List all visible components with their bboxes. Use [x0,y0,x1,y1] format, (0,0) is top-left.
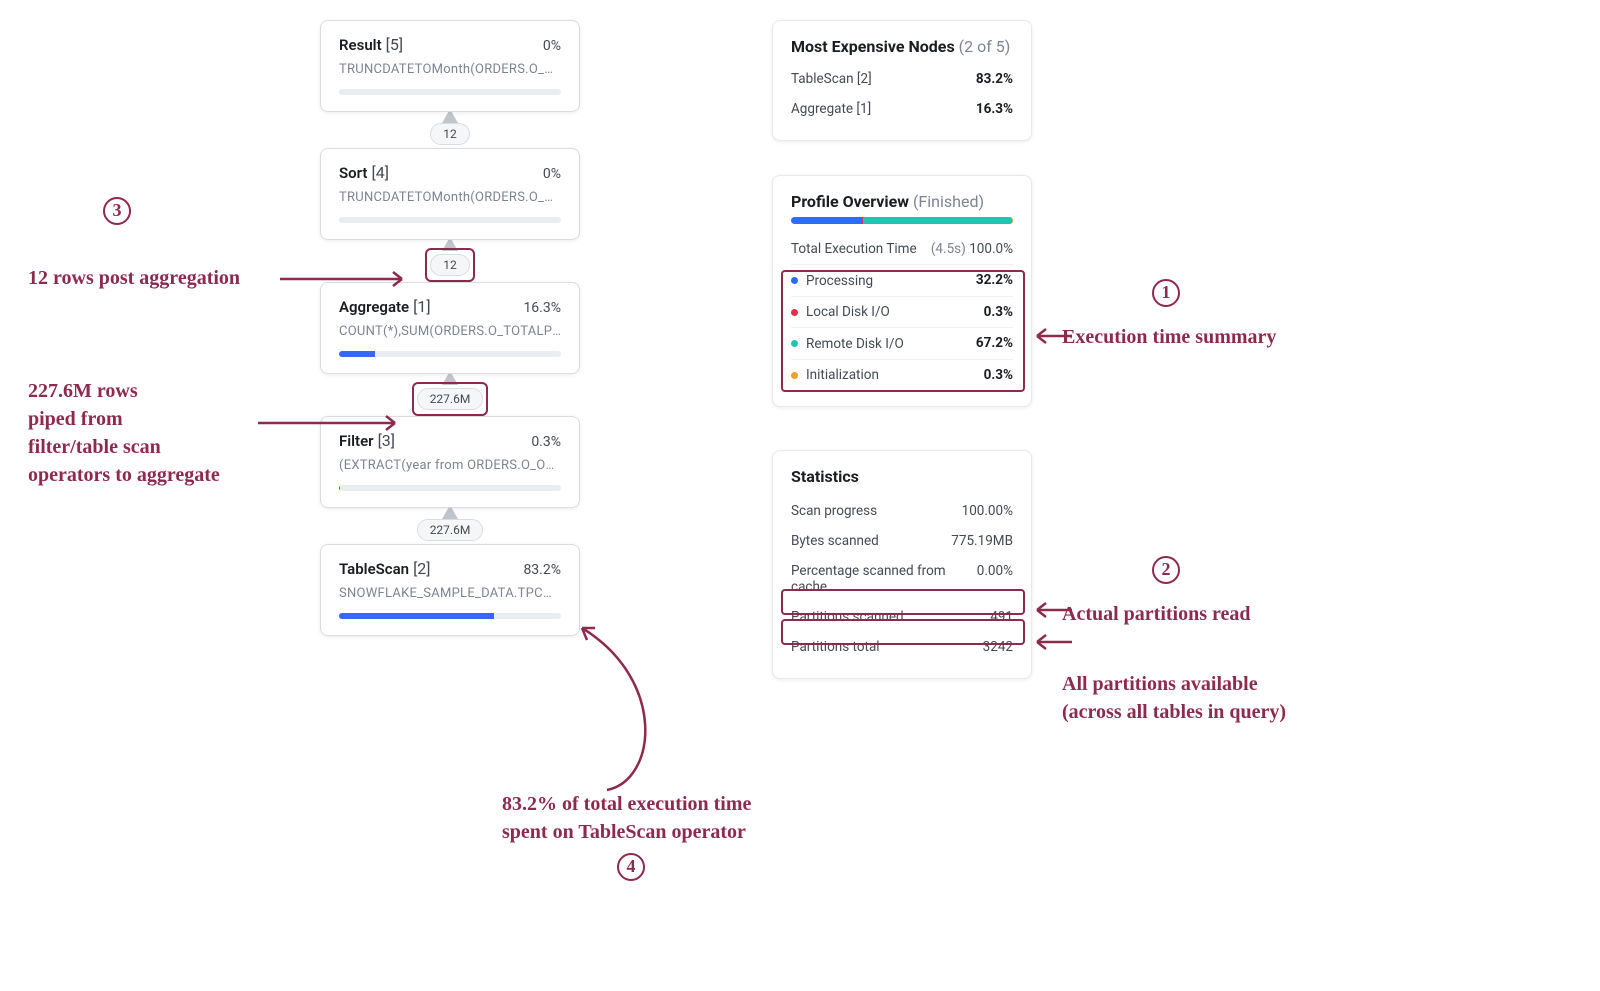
annotation-partitions-total: All partitions available (across all tab… [1062,670,1286,726]
exp-row-name: Aggregate [1] [791,101,871,117]
total-exec-pct: 100.0% [969,241,1013,257]
dot-icon [791,309,798,316]
node-id: [4] [371,163,388,182]
node-pct: 0% [543,38,561,54]
stat-val: 491 [990,609,1013,625]
node-name: Result [339,36,382,54]
arrow-icon [1032,632,1072,652]
panel-subtitle: (2 of 5) [959,37,1011,56]
node-progress [339,351,561,357]
annotation-227m-rows: 227.6M rows piped from filter/table scan… [28,377,220,489]
node-pct: 83.2% [523,562,561,578]
dot-icon [791,372,798,379]
node-pct: 16.3% [523,300,561,316]
highlight-pill-227m: 227.6M [412,382,489,416]
exp-row-name: TableScan [2] [791,71,872,87]
panel-expensive-nodes[interactable]: Most Expensive Nodes (2 of 5) TableScan … [772,20,1032,141]
node-progress [339,613,561,619]
stat-val: 100.00% [962,503,1013,519]
flow-arrow: 227.6M [320,508,580,544]
badge-4: 4 [617,852,645,881]
stat-val: 775.19MB [951,533,1013,549]
arrow-icon [280,269,410,289]
node-detail: (EXTRACT(year from ORDERS.O_ORDER... [339,458,561,473]
row-count-pill: 227.6M [417,519,484,541]
panel-subtitle: (Finished) [913,192,984,211]
badge-3: 3 [103,196,131,225]
dot-icon [791,277,798,284]
node-progress [339,89,561,95]
stat-label: Bytes scanned [791,533,879,549]
ov-pct: 0.3% [984,367,1013,383]
ov-pct: 67.2% [976,335,1013,351]
ov-pct: 32.2% [976,272,1013,288]
node-detail: SNOWFLAKE_SAMPLE_DATA.TPCH_SF1... [339,586,561,601]
plan-node-sort[interactable]: Sort[4] 0% TRUNCDATETOMonth(ORDERS.O_ORD… [320,148,580,240]
node-name: Aggregate [339,298,409,316]
total-exec-label: Total Execution Time [791,241,917,257]
stat-label: Partitions total [791,639,880,655]
plan-node-tablescan[interactable]: TableScan[2] 83.2% SNOWFLAKE_SAMPLE_DATA… [320,544,580,636]
ov-pct: 0.3% [984,304,1013,320]
ov-label: Initialization [806,367,879,383]
node-pct: 0% [543,166,561,182]
flow-arrow: 12 [320,112,580,148]
arrow-icon [258,413,403,433]
arrow-icon [1032,600,1072,620]
node-id: [3] [378,431,395,450]
annotation-12-rows: 12 rows post aggregation [28,264,240,292]
row-count-pill: 12 [430,123,470,145]
stat-label: Partitions scanned [791,609,904,625]
node-pct: 0.3% [531,434,561,450]
node-detail: TRUNCDATETOMonth(ORDERS.O_ORDE... [339,190,561,205]
annotation-exec-summary: Execution time summary [1062,323,1276,351]
node-name: Filter [339,432,374,450]
node-id: [2] [413,559,430,578]
badge-1: 1 [1152,278,1180,307]
ov-label: Local Disk I/O [806,304,890,320]
panel-title: Most Expensive Nodes [791,37,955,56]
dot-icon [791,340,798,347]
plan-node-aggregate[interactable]: Aggregate[1] 16.3% COUNT(*),SUM(ORDERS.O… [320,282,580,374]
plan-node-result[interactable]: Result[5] 0% TRUNCDATETOMonth(ORDERS.O_O… [320,20,580,112]
node-id: [5] [386,35,403,54]
stat-val: 3242 [983,639,1013,655]
stat-val: 0.00% [977,563,1013,579]
panel-title: Statistics [791,467,1013,486]
node-name: Sort [339,164,367,182]
exp-row-pct: 16.3% [976,101,1013,117]
flow-arrow: 227.6M [320,374,580,416]
node-progress [339,217,561,223]
annotation-partitions-read: Actual partitions read [1062,600,1251,628]
panel-title: Profile Overview [791,192,909,211]
row-count-pill: 12 [430,254,470,276]
ov-label: Processing [806,273,873,289]
node-id: [1] [413,297,430,316]
stat-label: Percentage scanned from cache [791,563,977,595]
ov-label: Remote Disk I/O [806,336,904,352]
node-name: TableScan [339,560,409,578]
stat-label: Scan progress [791,503,877,519]
node-detail: TRUNCDATETOMonth(ORDERS.O_ORDE... [339,62,561,77]
node-detail: COUNT(*),SUM(ORDERS.O_TOTALPRICE) [339,324,561,339]
arrow-icon [1032,326,1072,346]
panel-profile-overview[interactable]: Profile Overview (Finished) Total Execut… [772,175,1032,407]
node-progress [339,485,561,491]
highlight-pill-12: 12 [425,248,475,282]
overview-bar [791,217,1013,224]
arrow-curve-icon [577,620,657,800]
query-plan-graph: Result[5] 0% TRUNCDATETOMonth(ORDERS.O_O… [320,20,580,636]
badge-2: 2 [1152,555,1180,584]
row-count-pill: 227.6M [417,388,484,410]
panel-statistics[interactable]: Statistics Scan progress 100.00% Bytes sc… [772,450,1032,679]
exp-row-pct: 83.2% [976,71,1013,87]
total-exec-time: (4.5s) [931,241,966,257]
